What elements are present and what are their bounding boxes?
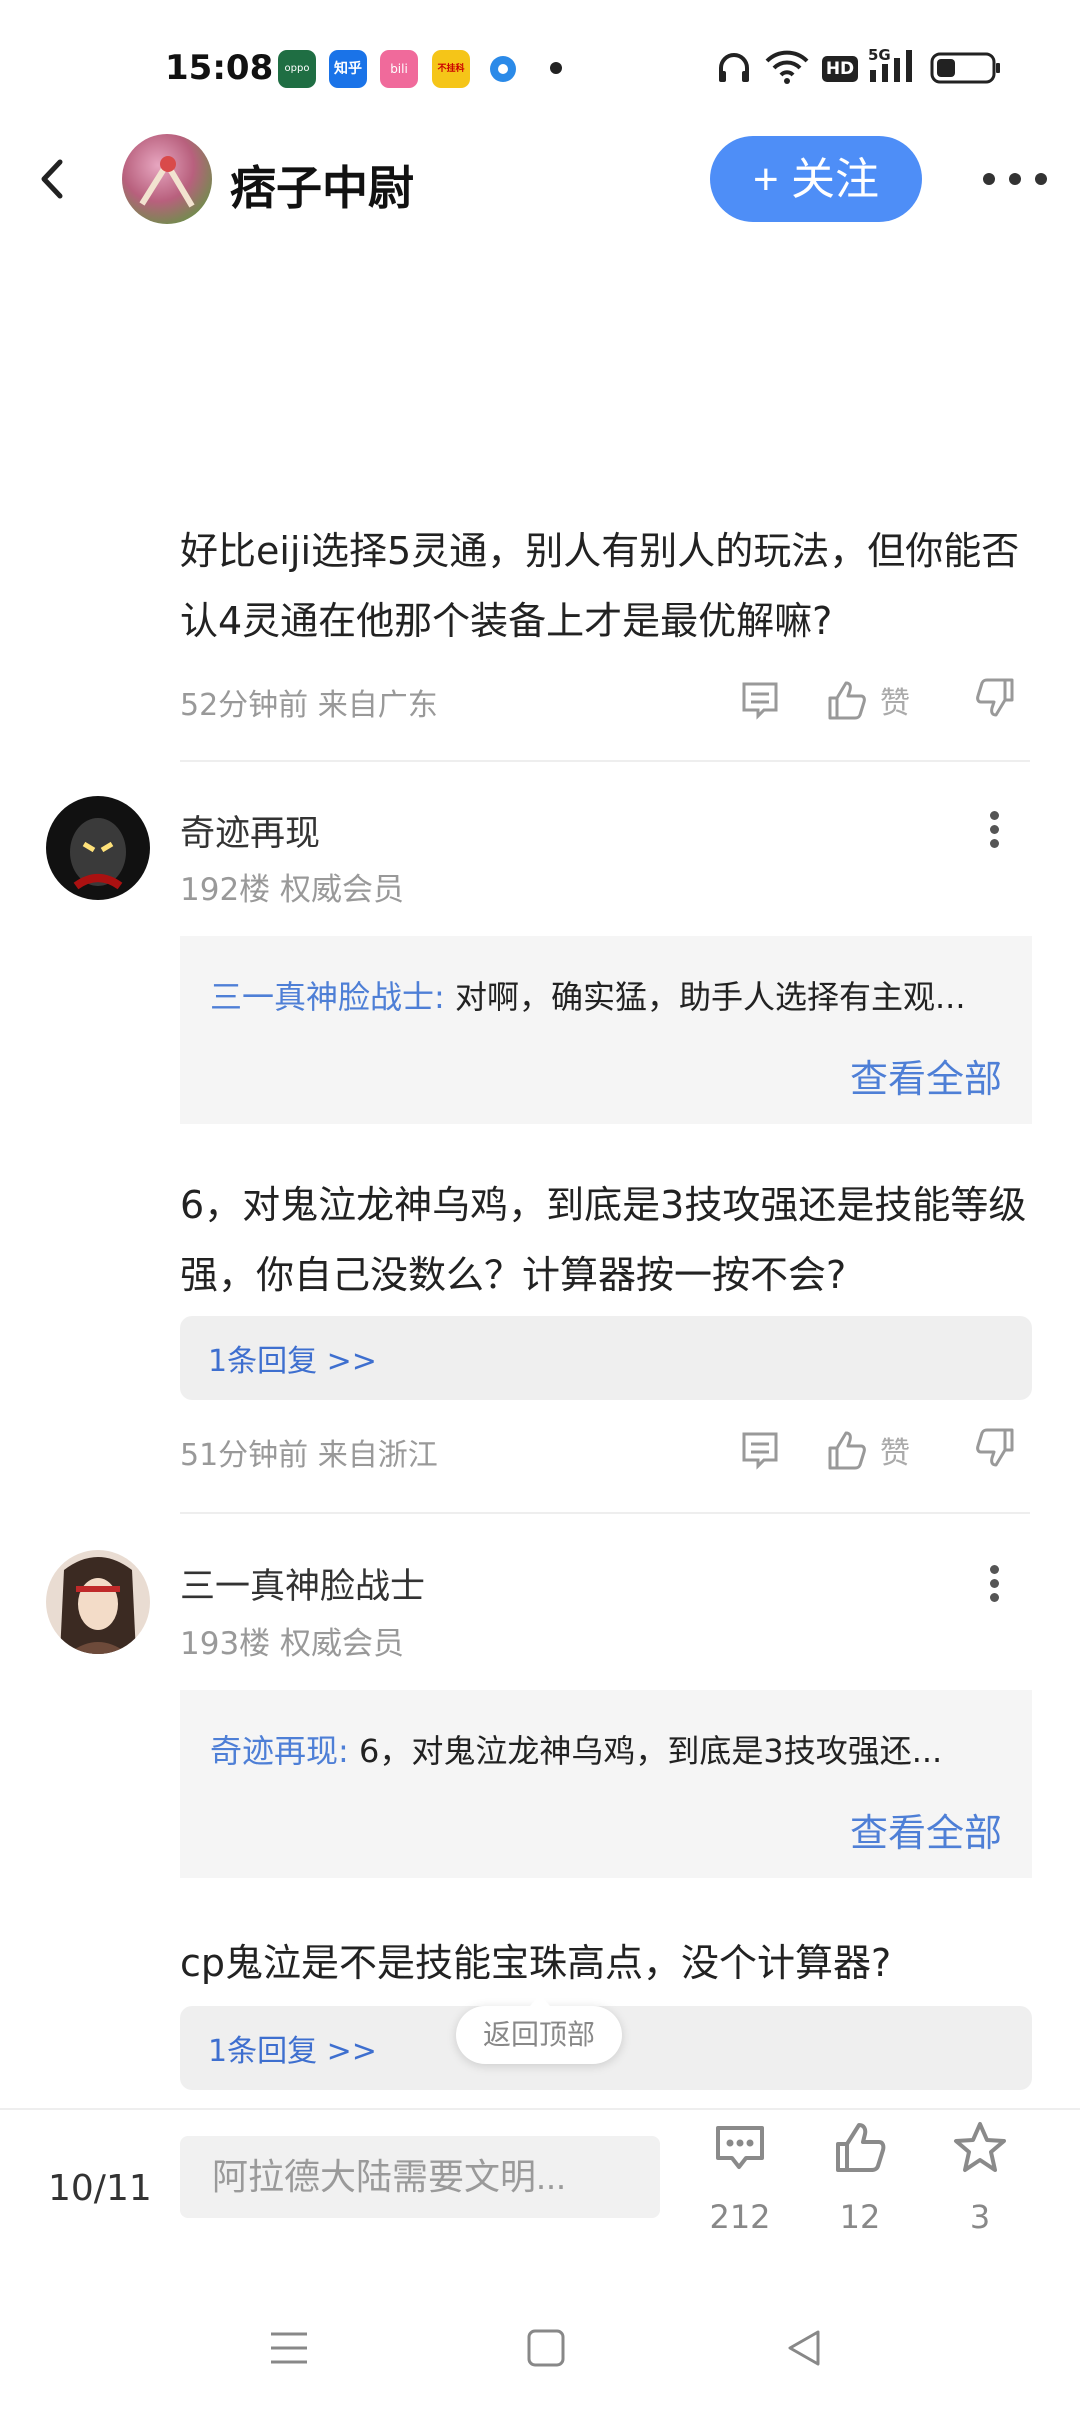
like-count: 12 <box>839 2198 881 2236</box>
reply-link-box[interactable]: 1条回复 >> <box>180 1316 1032 1400</box>
user-name[interactable]: 奇迹再现 <box>180 805 320 856</box>
reply-button[interactable] <box>738 1428 782 1476</box>
notification-dot-icon <box>550 62 562 74</box>
post-meta: 51分钟前 来自浙江 <box>180 1438 438 1473</box>
quoted-comment[interactable]: 奇迹再现: 6，对鬼泣龙神乌鸡，到底是3技攻强还... 查看全部 <box>180 1690 1032 1878</box>
reply-button[interactable] <box>738 678 782 726</box>
page-title: 痞子中尉 <box>230 161 414 215</box>
hd-badge: HD <box>822 56 858 82</box>
back-to-top-button[interactable]: 返回顶部 <box>456 2006 622 2064</box>
menu-nav-button[interactable] <box>268 2328 310 2372</box>
signal-5g-icon: 5G <box>868 46 918 86</box>
app-circle-icon <box>484 50 522 88</box>
post-content: cp鬼泣是不是技能宝珠高点，没个计算器? <box>180 1941 892 1985</box>
post-more-button[interactable] <box>990 806 999 853</box>
like-button[interactable]: 12 <box>810 2120 910 2270</box>
dislike-button[interactable] <box>974 1426 1018 1474</box>
comment-count: 212 <box>709 2198 771 2236</box>
more-horizontal-icon <box>983 173 1047 185</box>
quote-line: 奇迹再现: 6，对鬼泣龙神乌鸡，到底是3技攻强还... <box>210 1726 1010 1772</box>
menu-icon <box>271 2332 307 2364</box>
floor-info: 192楼 权威会员 <box>180 872 405 908</box>
comment-icon <box>716 2126 764 2169</box>
comment-input[interactable] <box>180 2136 660 2218</box>
post-more-button[interactable] <box>990 1560 999 1607</box>
user-avatar[interactable] <box>46 796 150 900</box>
user-name[interactable]: 三一真神脸战士 <box>180 1558 425 1609</box>
post-content: 好比eiji选择5灵通，别人有别人的玩法，但你能否认4灵通在他那个装备上才是最优… <box>180 529 1020 643</box>
wifi-icon <box>764 48 810 90</box>
quoted-comment[interactable]: 三一真神脸战士: 对啊，确实猛，助手人选择有主观... 查看全部 <box>180 936 1032 1124</box>
favorite-count: 3 <box>969 2198 991 2236</box>
like-button[interactable]: 赞 <box>824 1424 934 1474</box>
quote-line: 三一真神脸战士: 对啊，确实猛，助手人选择有主观... <box>210 972 1010 1018</box>
thumbs-down-icon <box>976 1428 1014 1467</box>
headphone-icon <box>716 50 752 90</box>
system-nav-bar <box>0 2288 1080 2412</box>
star-icon <box>954 2122 1006 2172</box>
thumbs-up-icon <box>828 681 866 720</box>
post-content: 6，对鬼泣龙神乌鸡，到底是3技攻强还是技能等级强，你自己没数么？计算器按一按不会… <box>180 1183 1027 1297</box>
quote-text: 对啊，确实猛，助手人选择有主观... <box>444 978 966 1016</box>
thumbs-up-icon <box>836 2123 886 2172</box>
bottom-action-bar: 10/11 212 12 3 <box>0 2108 1080 2290</box>
favorite-button[interactable]: 3 <box>930 2120 1030 2270</box>
follow-button[interactable]: + 关注 <box>710 136 922 222</box>
quote-author[interactable]: 三一真神脸战士: <box>210 978 445 1016</box>
oppo-app-icon: oppo <box>278 50 316 88</box>
back-nav-button[interactable] <box>784 2328 824 2372</box>
triangle-back-icon <box>788 2330 820 2366</box>
comment-icon <box>742 1432 778 1470</box>
view-all-link[interactable]: 查看全部 <box>850 1802 1002 1857</box>
reply-count-link[interactable]: 1条回复 >> <box>208 1336 377 1380</box>
back-button[interactable] <box>30 156 76 202</box>
quote-author[interactable]: 奇迹再现: <box>210 1732 349 1770</box>
dislike-button[interactable] <box>974 676 1018 724</box>
zhihu-app-icon: 知乎 <box>329 50 367 88</box>
user-avatar[interactable] <box>46 1550 150 1654</box>
app-icon: 不挂科 <box>432 50 470 88</box>
square-icon <box>527 2329 565 2367</box>
divider <box>180 760 1030 762</box>
quote-text: 6，对鬼泣龙神乌鸡，到底是3技攻强还... <box>348 1732 943 1770</box>
thumbs-up-icon <box>828 1431 866 1470</box>
status-time: 15:08 <box>165 48 274 88</box>
comment-icon <box>742 682 778 720</box>
reply-count-link[interactable]: 1条回复 >> <box>208 2026 377 2070</box>
like-button[interactable]: 赞 <box>824 674 934 724</box>
comments-button[interactable]: 212 <box>690 2120 790 2270</box>
bilibili-app-icon: bili <box>380 50 418 88</box>
more-options-button[interactable] <box>980 166 1050 192</box>
post-meta: 52分钟前 来自广东 <box>180 688 438 723</box>
tooltip-arrow <box>530 1994 550 2006</box>
chevron-left-icon <box>41 159 63 199</box>
divider <box>180 1512 1030 1514</box>
author-avatar[interactable] <box>122 134 212 224</box>
page-indicator[interactable]: 10/11 <box>48 2168 152 2209</box>
home-nav-button[interactable] <box>526 2328 566 2372</box>
thumbs-down-icon <box>976 678 1014 717</box>
battery-icon <box>930 50 1002 90</box>
view-all-link[interactable]: 查看全部 <box>850 1048 1002 1103</box>
floor-info: 193楼 权威会员 <box>180 1626 405 1662</box>
